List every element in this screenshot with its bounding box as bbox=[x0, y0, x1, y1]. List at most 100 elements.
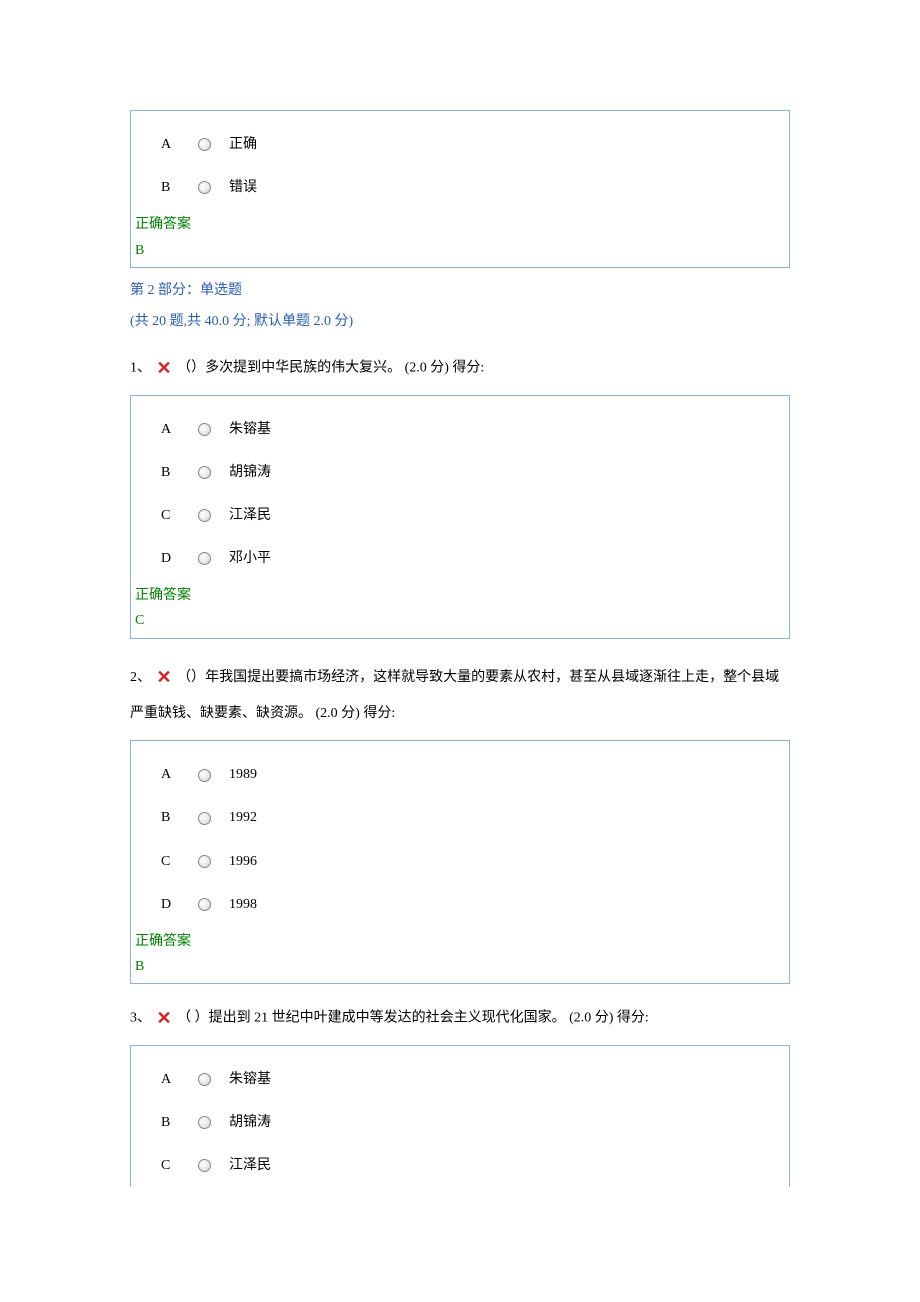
question-points: (2.0 分) bbox=[569, 1011, 613, 1026]
radio-icon[interactable] bbox=[198, 898, 211, 911]
option-letter: C bbox=[161, 494, 195, 537]
options-table: A 1989 B 1992 C 1996 D 1998 bbox=[161, 753, 267, 926]
option-row: C 江泽民 bbox=[161, 1144, 281, 1187]
option-radio-cell bbox=[195, 840, 229, 883]
radio-icon[interactable] bbox=[198, 552, 211, 565]
option-radio-cell bbox=[195, 796, 229, 839]
option-row: C 1996 bbox=[161, 840, 267, 883]
option-text: 1989 bbox=[229, 753, 267, 796]
option-text: 邓小平 bbox=[229, 537, 281, 580]
option-radio-cell bbox=[195, 883, 229, 926]
option-row: A 朱镕基 bbox=[161, 1058, 281, 1101]
option-radio-cell bbox=[195, 408, 229, 451]
radio-icon[interactable] bbox=[198, 769, 211, 782]
radio-icon[interactable] bbox=[198, 181, 211, 194]
question-number: 1、 bbox=[130, 361, 151, 376]
option-text: 错误 bbox=[229, 166, 267, 209]
question-text: （）多次提到中华民族的伟大复兴。 bbox=[177, 361, 401, 376]
option-row: B 胡锦涛 bbox=[161, 451, 281, 494]
answer-box-q1: A 朱镕基 B 胡锦涛 C 江泽民 D 邓小平 正确答案 C bbox=[130, 395, 790, 639]
option-letter: A bbox=[161, 1058, 195, 1101]
option-radio-cell bbox=[195, 537, 229, 580]
option-row: A 正确 bbox=[161, 123, 267, 166]
option-row: B 错误 bbox=[161, 166, 267, 209]
option-radio-cell bbox=[195, 166, 229, 209]
question-points: (2.0 分) bbox=[316, 706, 360, 721]
question-line-2: 2、 ✕ （）年我国提出要搞市场经济，这样就导致大量的要素从农村，甚至从县域逐渐… bbox=[130, 657, 790, 731]
correct-answer-label: 正确答案 bbox=[131, 580, 789, 608]
answer-box-top: A 正确 B 错误 正确答案 B bbox=[130, 110, 790, 268]
wrong-icon: ✕ bbox=[157, 657, 172, 698]
question-text: （ ）提出到 21 世纪中叶建成中等发达的社会主义现代化国家。 bbox=[177, 1011, 566, 1026]
option-radio-cell bbox=[195, 123, 229, 166]
correct-answer-value: C bbox=[131, 608, 789, 637]
option-row: D 1998 bbox=[161, 883, 267, 926]
option-text: 朱镕基 bbox=[229, 1058, 281, 1101]
option-text: 1996 bbox=[229, 840, 267, 883]
option-text: 1998 bbox=[229, 883, 267, 926]
option-letter: A bbox=[161, 123, 195, 166]
option-text: 朱镕基 bbox=[229, 408, 281, 451]
question-points: (2.0 分) bbox=[405, 361, 449, 376]
option-letter: D bbox=[161, 537, 195, 580]
radio-icon[interactable] bbox=[198, 423, 211, 436]
option-radio-cell bbox=[195, 1101, 229, 1144]
answer-box-q3: A 朱镕基 B 胡锦涛 C 江泽民 bbox=[130, 1045, 790, 1188]
correct-answer-label: 正确答案 bbox=[131, 209, 789, 237]
radio-icon[interactable] bbox=[198, 855, 211, 868]
option-text: 胡锦涛 bbox=[229, 451, 281, 494]
question-line-1: 1、 ✕ （）多次提到中华民族的伟大复兴。 (2.0 分) 得分: bbox=[130, 352, 790, 384]
question-number: 2、 bbox=[130, 670, 151, 685]
option-text: 1992 bbox=[229, 796, 267, 839]
option-radio-cell bbox=[195, 1058, 229, 1101]
option-letter: C bbox=[161, 840, 195, 883]
correct-answer-value: B bbox=[131, 954, 789, 983]
option-radio-cell bbox=[195, 451, 229, 494]
option-text: 胡锦涛 bbox=[229, 1101, 281, 1144]
score-label: 得分: bbox=[617, 1011, 649, 1026]
radio-icon[interactable] bbox=[198, 1073, 211, 1086]
option-letter: B bbox=[161, 166, 195, 209]
option-radio-cell bbox=[195, 753, 229, 796]
option-row: B 胡锦涛 bbox=[161, 1101, 281, 1144]
score-label: 得分: bbox=[452, 361, 484, 376]
option-letter: A bbox=[161, 753, 195, 796]
option-row: D 邓小平 bbox=[161, 537, 281, 580]
radio-icon[interactable] bbox=[198, 1159, 211, 1172]
wrong-icon: ✕ bbox=[157, 1002, 172, 1034]
option-text: 江泽民 bbox=[229, 1144, 281, 1187]
radio-icon[interactable] bbox=[198, 466, 211, 479]
page: A 正确 B 错误 正确答案 B 第 2 部分：单选题 (共 20 题,共 40… bbox=[0, 0, 920, 1302]
radio-icon[interactable] bbox=[198, 812, 211, 825]
section-info: (共 20 题,共 40.0 分; 默认单题 2.0 分) bbox=[130, 309, 790, 334]
option-text: 正确 bbox=[229, 123, 267, 166]
radio-icon[interactable] bbox=[198, 1116, 211, 1129]
option-letter: A bbox=[161, 408, 195, 451]
option-row: A 1989 bbox=[161, 753, 267, 796]
wrong-icon: ✕ bbox=[157, 352, 172, 384]
options-table: A 朱镕基 B 胡锦涛 C 江泽民 bbox=[161, 1058, 281, 1188]
option-letter: B bbox=[161, 1101, 195, 1144]
section-title: 第 2 部分：单选题 bbox=[130, 278, 790, 303]
option-row: A 朱镕基 bbox=[161, 408, 281, 451]
question-text: （）年我国提出要搞市场经济，这样就导致大量的要素从农村，甚至从县域逐渐往上走，整… bbox=[130, 670, 779, 721]
radio-icon[interactable] bbox=[198, 138, 211, 151]
option-radio-cell bbox=[195, 1144, 229, 1187]
question-line-3: 3、 ✕ （ ）提出到 21 世纪中叶建成中等发达的社会主义现代化国家。 (2.… bbox=[130, 1002, 790, 1034]
option-letter: B bbox=[161, 451, 195, 494]
question-number: 3、 bbox=[130, 1011, 151, 1026]
answer-box-q2: A 1989 B 1992 C 1996 D 1998 正确答案 B bbox=[130, 740, 790, 984]
option-letter: B bbox=[161, 796, 195, 839]
option-row: B 1992 bbox=[161, 796, 267, 839]
option-row: C 江泽民 bbox=[161, 494, 281, 537]
option-radio-cell bbox=[195, 494, 229, 537]
options-table: A 朱镕基 B 胡锦涛 C 江泽民 D 邓小平 bbox=[161, 408, 281, 581]
radio-icon[interactable] bbox=[198, 509, 211, 522]
score-label: 得分: bbox=[363, 706, 395, 721]
options-table: A 正确 B 错误 bbox=[161, 123, 267, 209]
option-letter: D bbox=[161, 883, 195, 926]
option-letter: C bbox=[161, 1144, 195, 1187]
correct-answer-value: B bbox=[131, 238, 789, 267]
option-text: 江泽民 bbox=[229, 494, 281, 537]
correct-answer-label: 正确答案 bbox=[131, 926, 789, 954]
